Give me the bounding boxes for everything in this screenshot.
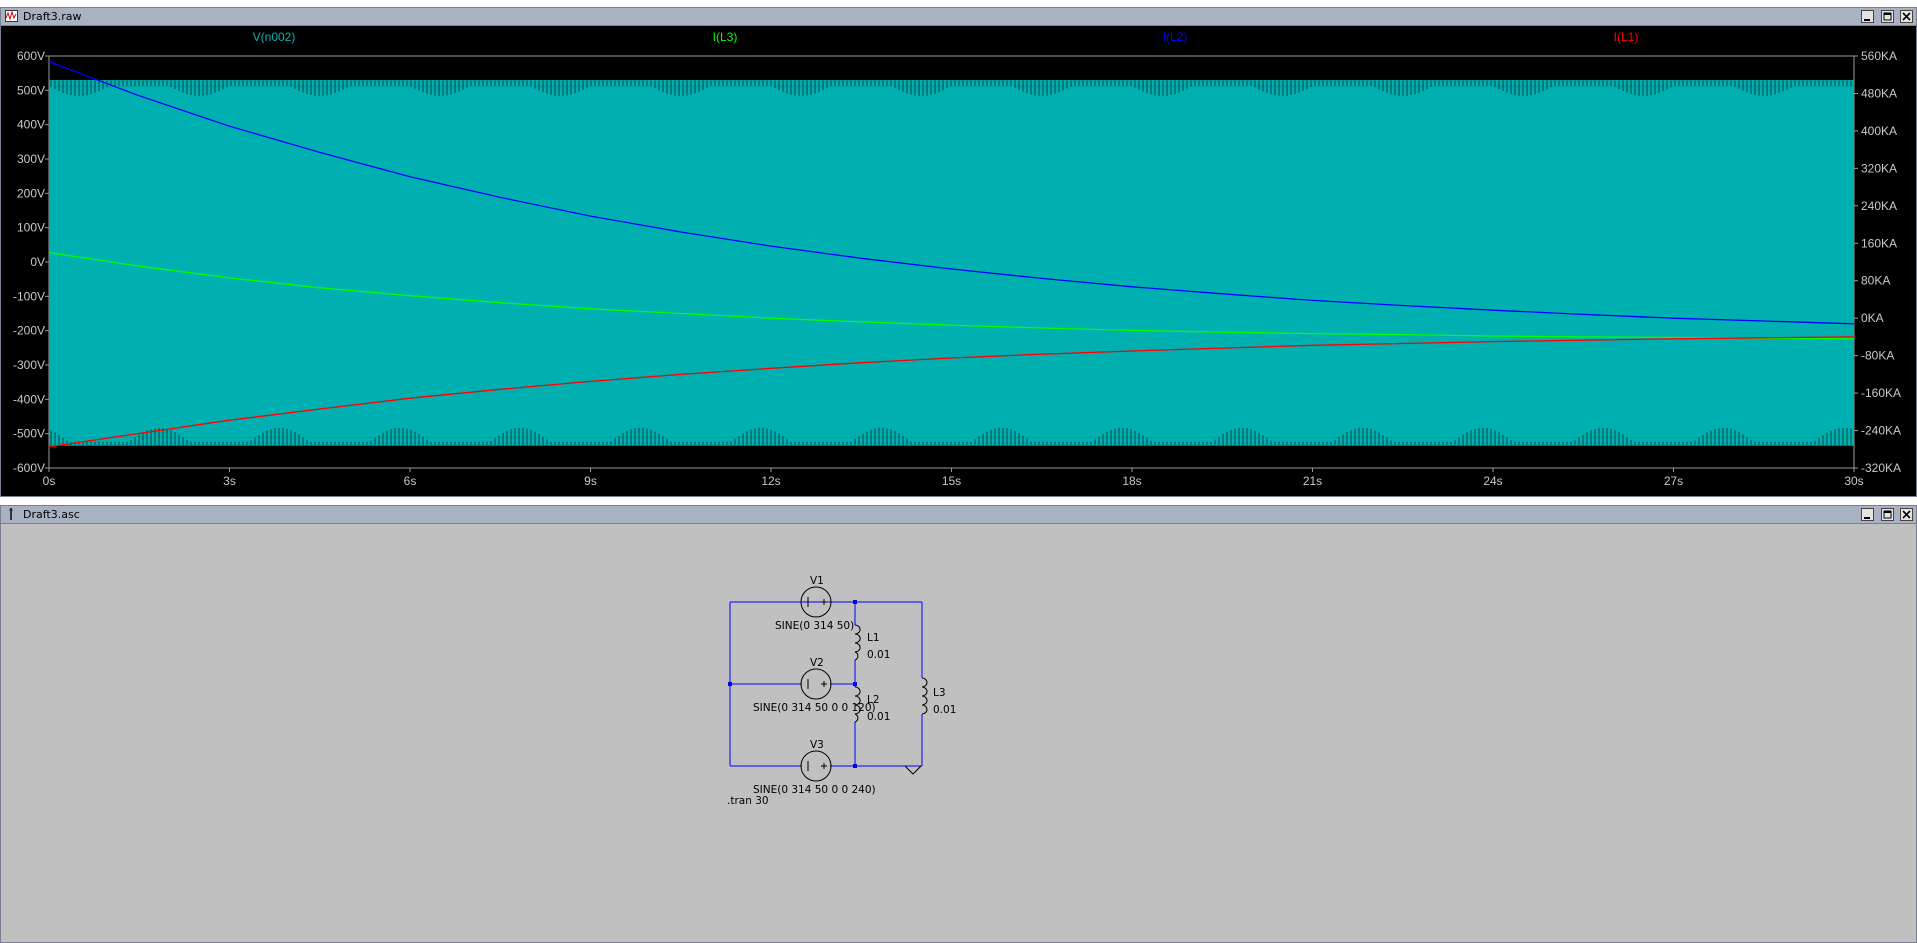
l1-name[interactable]: L1 xyxy=(867,632,880,644)
x-tick-label: 6s xyxy=(404,474,417,488)
x-tick-label: 27s xyxy=(1664,474,1683,488)
schematic-window-title: Draft3.asc xyxy=(23,508,80,521)
x-tick-label: 24s xyxy=(1483,474,1502,488)
v2-name[interactable]: V2 xyxy=(810,657,824,669)
waveform-window-title: Draft3.raw xyxy=(23,10,82,23)
y-left-tick-label: -600V xyxy=(13,461,45,475)
x-tick-label: 30s xyxy=(1844,474,1863,488)
close-icon xyxy=(1902,12,1911,21)
band-fill xyxy=(49,86,1854,438)
y-right-tick-label: 80KA xyxy=(1861,274,1890,288)
v3-name[interactable]: V3 xyxy=(810,739,824,751)
x-tick-label: 9s xyxy=(584,474,597,488)
schematic-window: Draft3.asc V1 SINE(0 314 50) V2 SINE(0 3… xyxy=(0,505,1917,943)
x-tick-label: 18s xyxy=(1122,474,1141,488)
close-button[interactable] xyxy=(1900,10,1913,23)
maximize-icon xyxy=(1883,510,1891,519)
y-right-tick-label: -160KA xyxy=(1861,386,1901,400)
legend-vn002[interactable]: V(n002) xyxy=(253,30,296,44)
y-right-tick-label: 480KA xyxy=(1861,86,1897,100)
inductor-l3[interactable] xyxy=(921,677,928,715)
y-left-tick-label: 400V xyxy=(17,118,45,132)
schematic-doc-icon xyxy=(9,508,13,520)
minimize-icon xyxy=(1864,19,1870,21)
maximize-icon xyxy=(1883,12,1891,21)
v1-value[interactable]: SINE(0 314 50) xyxy=(775,620,854,632)
y-right-tick-label: 160KA xyxy=(1861,236,1897,250)
junction-dot xyxy=(853,764,857,768)
waveform-window: Draft3.raw 0s 3s 6s 9s 12s 15s 18s 21s 24s 27s 30s… xyxy=(0,7,1917,497)
waveform-titlebar[interactable]: Draft3.raw xyxy=(1,8,1916,26)
y-left-tick-label: 0V xyxy=(30,255,45,269)
x-tick-label: 21s xyxy=(1303,474,1322,488)
waveform-doc-icon xyxy=(5,10,18,22)
junction-dot xyxy=(853,682,857,686)
inductor-l1[interactable] xyxy=(854,624,861,661)
l3-value[interactable]: 0.01 xyxy=(933,704,956,716)
l2-name[interactable]: L2 xyxy=(867,694,880,706)
voltage-source-v3[interactable] xyxy=(800,750,832,782)
y-left-tick-label: -400V xyxy=(13,392,45,406)
y-left-tick-label: 100V xyxy=(17,221,45,235)
x-tick-label: 3s xyxy=(223,474,236,488)
vn002-band xyxy=(49,80,1854,446)
y-left-tick-label: 600V xyxy=(17,49,45,63)
minimize-button[interactable] xyxy=(1861,508,1874,521)
minimize-icon xyxy=(1864,517,1870,519)
y-right-tick-label: 400KA xyxy=(1861,124,1897,138)
schematic-canvas[interactable]: V1 SINE(0 314 50) V2 SINE(0 314 50 0 0 1… xyxy=(1,524,1916,942)
x-tick-label: 12s xyxy=(761,474,780,488)
y-right-tick-label: 560KA xyxy=(1861,49,1897,63)
y-right-tick-label: 320KA xyxy=(1861,161,1897,175)
close-icon xyxy=(1902,510,1911,519)
voltage-source-v2[interactable] xyxy=(800,668,832,700)
y-left-tick-label: -200V xyxy=(13,324,45,338)
v3-value[interactable]: SINE(0 314 50 0 0 240) xyxy=(753,784,876,796)
plot-legend[interactable]: V(n002) I(L3) I(L2) I(L1) xyxy=(253,30,1639,44)
l2-value[interactable]: 0.01 xyxy=(867,711,890,723)
tran-directive[interactable]: .tran 30 xyxy=(727,795,769,807)
y-right-tick-label: 0KA xyxy=(1861,311,1884,325)
maximize-button[interactable] xyxy=(1880,508,1894,521)
junction-dot xyxy=(853,600,857,604)
x-tick-label: 0s xyxy=(43,474,56,488)
y-left-tick-label: -300V xyxy=(13,358,45,372)
maximize-button[interactable] xyxy=(1880,10,1894,23)
y-right-tick-label: -320KA xyxy=(1861,461,1901,475)
l1-value[interactable]: 0.01 xyxy=(867,649,890,661)
y-left-tick-label: 300V xyxy=(17,152,45,166)
y-left-tick-label: 500V xyxy=(17,83,45,97)
minimize-button[interactable] xyxy=(1861,10,1874,23)
schematic-titlebar[interactable]: Draft3.asc xyxy=(1,506,1916,524)
legend-il2[interactable]: I(L2) xyxy=(1163,30,1188,44)
y-left-tick-label: 200V xyxy=(17,186,45,200)
y-right-tick-label: -80KA xyxy=(1861,349,1894,363)
y-right-tick-label: -240KA xyxy=(1861,424,1901,438)
x-tick-label: 15s xyxy=(942,474,961,488)
legend-il3[interactable]: I(L3) xyxy=(713,30,738,44)
v1-name[interactable]: V1 xyxy=(810,575,824,587)
y-left-tick-label: -500V xyxy=(13,427,45,441)
ground-icon[interactable] xyxy=(904,765,922,775)
close-button[interactable] xyxy=(1900,508,1913,521)
junction-dot xyxy=(728,682,732,686)
y-left-tick-label: -100V xyxy=(13,289,45,303)
waveform-plot[interactable]: 0s 3s 6s 9s 12s 15s 18s 21s 24s 27s 30s 600V 500V 400… xyxy=(1,26,1916,497)
y-right-tick-label: 240KA xyxy=(1861,199,1897,213)
l3-name[interactable]: L3 xyxy=(933,687,946,699)
v2-value[interactable]: SINE(0 314 50 0 0 120) xyxy=(753,702,876,714)
legend-il1[interactable]: I(L1) xyxy=(1614,30,1639,44)
